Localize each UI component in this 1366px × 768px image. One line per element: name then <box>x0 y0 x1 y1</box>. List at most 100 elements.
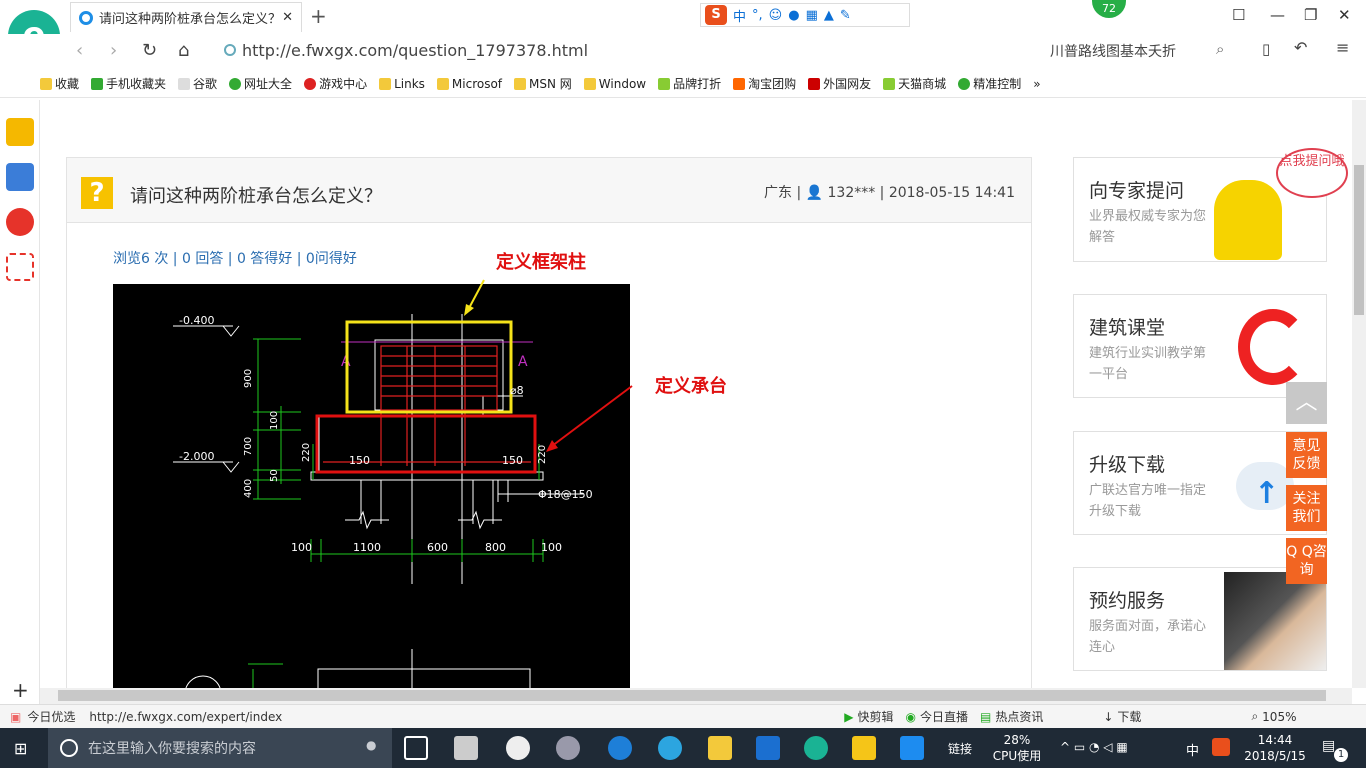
dim-900: 900 <box>243 369 254 388</box>
left-sidebar: + <box>0 100 40 704</box>
bookmark-item[interactable]: Microsof <box>436 77 502 91</box>
browser-taskbar-icon[interactable] <box>804 736 828 760</box>
feedback-button[interactable]: 意见反馈 <box>1286 432 1327 478</box>
mail-icon[interactable] <box>6 253 34 281</box>
mic-icon[interactable]: ● <box>366 738 376 752</box>
horizontal-scroll-thumb[interactable] <box>58 690 1326 701</box>
bookmark-item[interactable]: 天猫商城 <box>883 75 946 92</box>
bookmark-item[interactable]: MSN 网 <box>514 75 572 92</box>
ie-icon[interactable] <box>658 736 682 760</box>
bookmark-item[interactable]: 淘宝团购 <box>733 75 796 92</box>
today-picks[interactable]: 今日优选 <box>27 708 75 725</box>
status-item[interactable]: 热点资讯 <box>995 708 1043 725</box>
glodon-icon[interactable] <box>756 736 780 760</box>
refresh-icon[interactable]: ↻ <box>142 40 157 61</box>
rebar-label: Φ18@150 <box>538 488 593 501</box>
ask-bubble[interactable]: 点我提问哦 <box>1276 148 1348 198</box>
notes-icon[interactable] <box>852 736 876 760</box>
bottom-dim-2: 1100 <box>353 541 381 554</box>
minimize-icon[interactable]: — <box>1270 6 1285 24</box>
maximize-icon[interactable]: ❐ <box>1304 6 1317 24</box>
folder-icon <box>514 77 527 90</box>
vertical-scroll-thumb[interactable] <box>1354 165 1364 315</box>
tray-icons[interactable]: ^ ▭ ◔ ◁ ▦ <box>1060 740 1128 754</box>
floating-buttons: ︿ 意见反馈 关注我们 Q Q咨询 <box>1286 382 1328 591</box>
reader-icon[interactable] <box>6 163 34 191</box>
back-to-top-icon[interactable]: ︿ <box>1286 382 1327 424</box>
app-fan-icon[interactable] <box>454 736 478 760</box>
edge-icon[interactable] <box>608 736 632 760</box>
mic-icon[interactable]: ● <box>788 8 799 23</box>
bookmark-item[interactable]: 外国网友 <box>808 75 871 92</box>
status-item[interactable]: 快剪辑 <box>857 708 893 725</box>
search-icon[interactable]: ⌕ <box>1216 40 1224 58</box>
card-desc: 广联达官方唯一指定升级下载 <box>1089 483 1207 519</box>
page-icon <box>178 77 191 90</box>
time: 14:44 <box>1257 733 1293 747</box>
app-plus-icon[interactable] <box>900 736 924 760</box>
question-meta: 广东 | 👤 132*** | 2018-05-15 14:41:4 <box>764 185 1016 201</box>
back-icon[interactable]: ‹ <box>76 40 83 61</box>
qq-consult-button[interactable]: Q Q咨询 <box>1286 538 1327 584</box>
bookmark-item[interactable]: 品牌打折 <box>658 75 721 92</box>
status-item[interactable]: 今日直播 <box>920 708 968 725</box>
forward-icon[interactable]: › <box>110 40 117 61</box>
notification-icon[interactable]: ▤ <box>1322 738 1335 754</box>
file-explorer-icon[interactable] <box>708 736 732 760</box>
ime-indicator[interactable]: 中 <box>1186 740 1199 759</box>
tools-icon[interactable]: ✎ <box>840 8 851 23</box>
download-icon: ↓ <box>1103 709 1114 724</box>
ime-mode[interactable]: 中 <box>733 6 746 25</box>
search-hint[interactable]: 川普路线图基本夭折 <box>1050 41 1176 61</box>
more-bookmarks-icon[interactable]: » <box>1033 77 1040 91</box>
link-label[interactable]: 链接 <box>948 740 972 757</box>
new-tab-button[interactable]: + <box>310 4 327 28</box>
ime-punct[interactable]: °, <box>752 8 763 23</box>
bookmark-item[interactable]: Links <box>379 77 425 91</box>
skin-icon[interactable]: ☐ <box>1232 6 1245 24</box>
zoom-level[interactable]: 105% <box>1262 710 1296 724</box>
weibo-icon[interactable] <box>6 208 34 236</box>
add-sidebar-icon[interactable]: + <box>12 678 29 702</box>
app-spiral-icon[interactable] <box>556 736 580 760</box>
bookmark-item[interactable]: 游戏中心 <box>304 75 367 92</box>
menu-icon[interactable]: ≡ <box>1336 38 1349 57</box>
badge-count[interactable]: 72 <box>1092 0 1126 18</box>
bookmark-item[interactable]: 网址大全 <box>229 75 292 92</box>
card-title: 向专家提问 <box>1089 180 1185 202</box>
close-tab-icon[interactable]: ✕ <box>282 10 293 25</box>
bookmark-item[interactable]: 手机收藏夹 <box>91 75 166 92</box>
clock[interactable]: 14:44 2018/5/15 <box>1240 732 1310 764</box>
question-stats[interactable]: 浏览6 次 | 0 回答 | 0 答得好 | 0问得好 <box>113 248 357 268</box>
card-ask-expert[interactable]: 向专家提问 业界最权威专家为您解答 点我提问哦 <box>1073 148 1348 262</box>
status-item[interactable]: 下载 <box>1117 708 1141 725</box>
ime-toolbar[interactable]: S 中 °, ☺ ● ▦ ▲ ✎ <box>700 3 910 27</box>
undo-icon[interactable]: ↶ <box>1294 38 1307 57</box>
active-tab[interactable]: 请问这种两阶桩承台怎么定义？_ ✕ <box>70 2 302 32</box>
tab-bar: 请问这种两阶桩承台怎么定义？_ ✕ + S 中 °, ☺ ● ▦ ▲ ✎ 72 … <box>0 0 1366 34</box>
follow-us-button[interactable]: 关注我们 <box>1286 485 1327 531</box>
taskbar-search[interactable]: 在这里输入你要搜索的内容 <box>48 728 392 768</box>
dim-700: 700 <box>243 437 254 456</box>
folder-icon <box>379 77 392 90</box>
app-e-icon[interactable] <box>506 736 530 760</box>
close-window-icon[interactable]: ✕ <box>1338 6 1351 24</box>
bookmark-item[interactable]: 谷歌 <box>178 75 217 92</box>
bookmark-item[interactable]: Window <box>583 77 646 91</box>
bookmark-item[interactable]: 收藏 <box>40 75 79 92</box>
skin-icon[interactable]: ▲ <box>824 8 834 23</box>
task-view-icon[interactable] <box>404 736 428 760</box>
tab-title: 请问这种两阶桩承台怎么定义？_ <box>99 12 277 27</box>
favorites-icon[interactable] <box>6 118 34 146</box>
sogou-tray-icon[interactable] <box>1212 738 1230 756</box>
bookmark-item[interactable]: 精准控制 <box>958 75 1021 92</box>
home-icon[interactable]: ⌂ <box>178 40 189 61</box>
date: 2018/5/15 <box>1244 749 1306 763</box>
cpu-widget[interactable]: 28% CPU使用 <box>992 732 1042 764</box>
star-icon <box>40 77 52 90</box>
game-icon <box>304 77 317 90</box>
emoji-icon[interactable]: ☺ <box>769 8 783 23</box>
device-icon[interactable]: ▯ <box>1262 40 1270 58</box>
windows-start-icon[interactable]: ⊞ <box>14 739 27 758</box>
keyboard-icon[interactable]: ▦ <box>806 8 818 23</box>
